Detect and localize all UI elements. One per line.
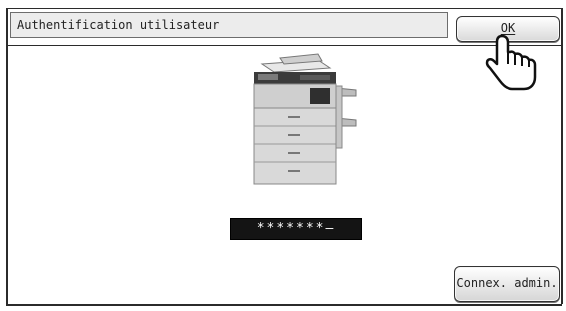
- admin-login-button[interactable]: Connex. admin.: [454, 266, 560, 302]
- printer-icon: [253, 53, 357, 185]
- dialog-title: Authentification utilisateur: [10, 12, 448, 38]
- pointing-hand-icon: [485, 34, 537, 91]
- password-field[interactable]: *******—: [230, 218, 362, 240]
